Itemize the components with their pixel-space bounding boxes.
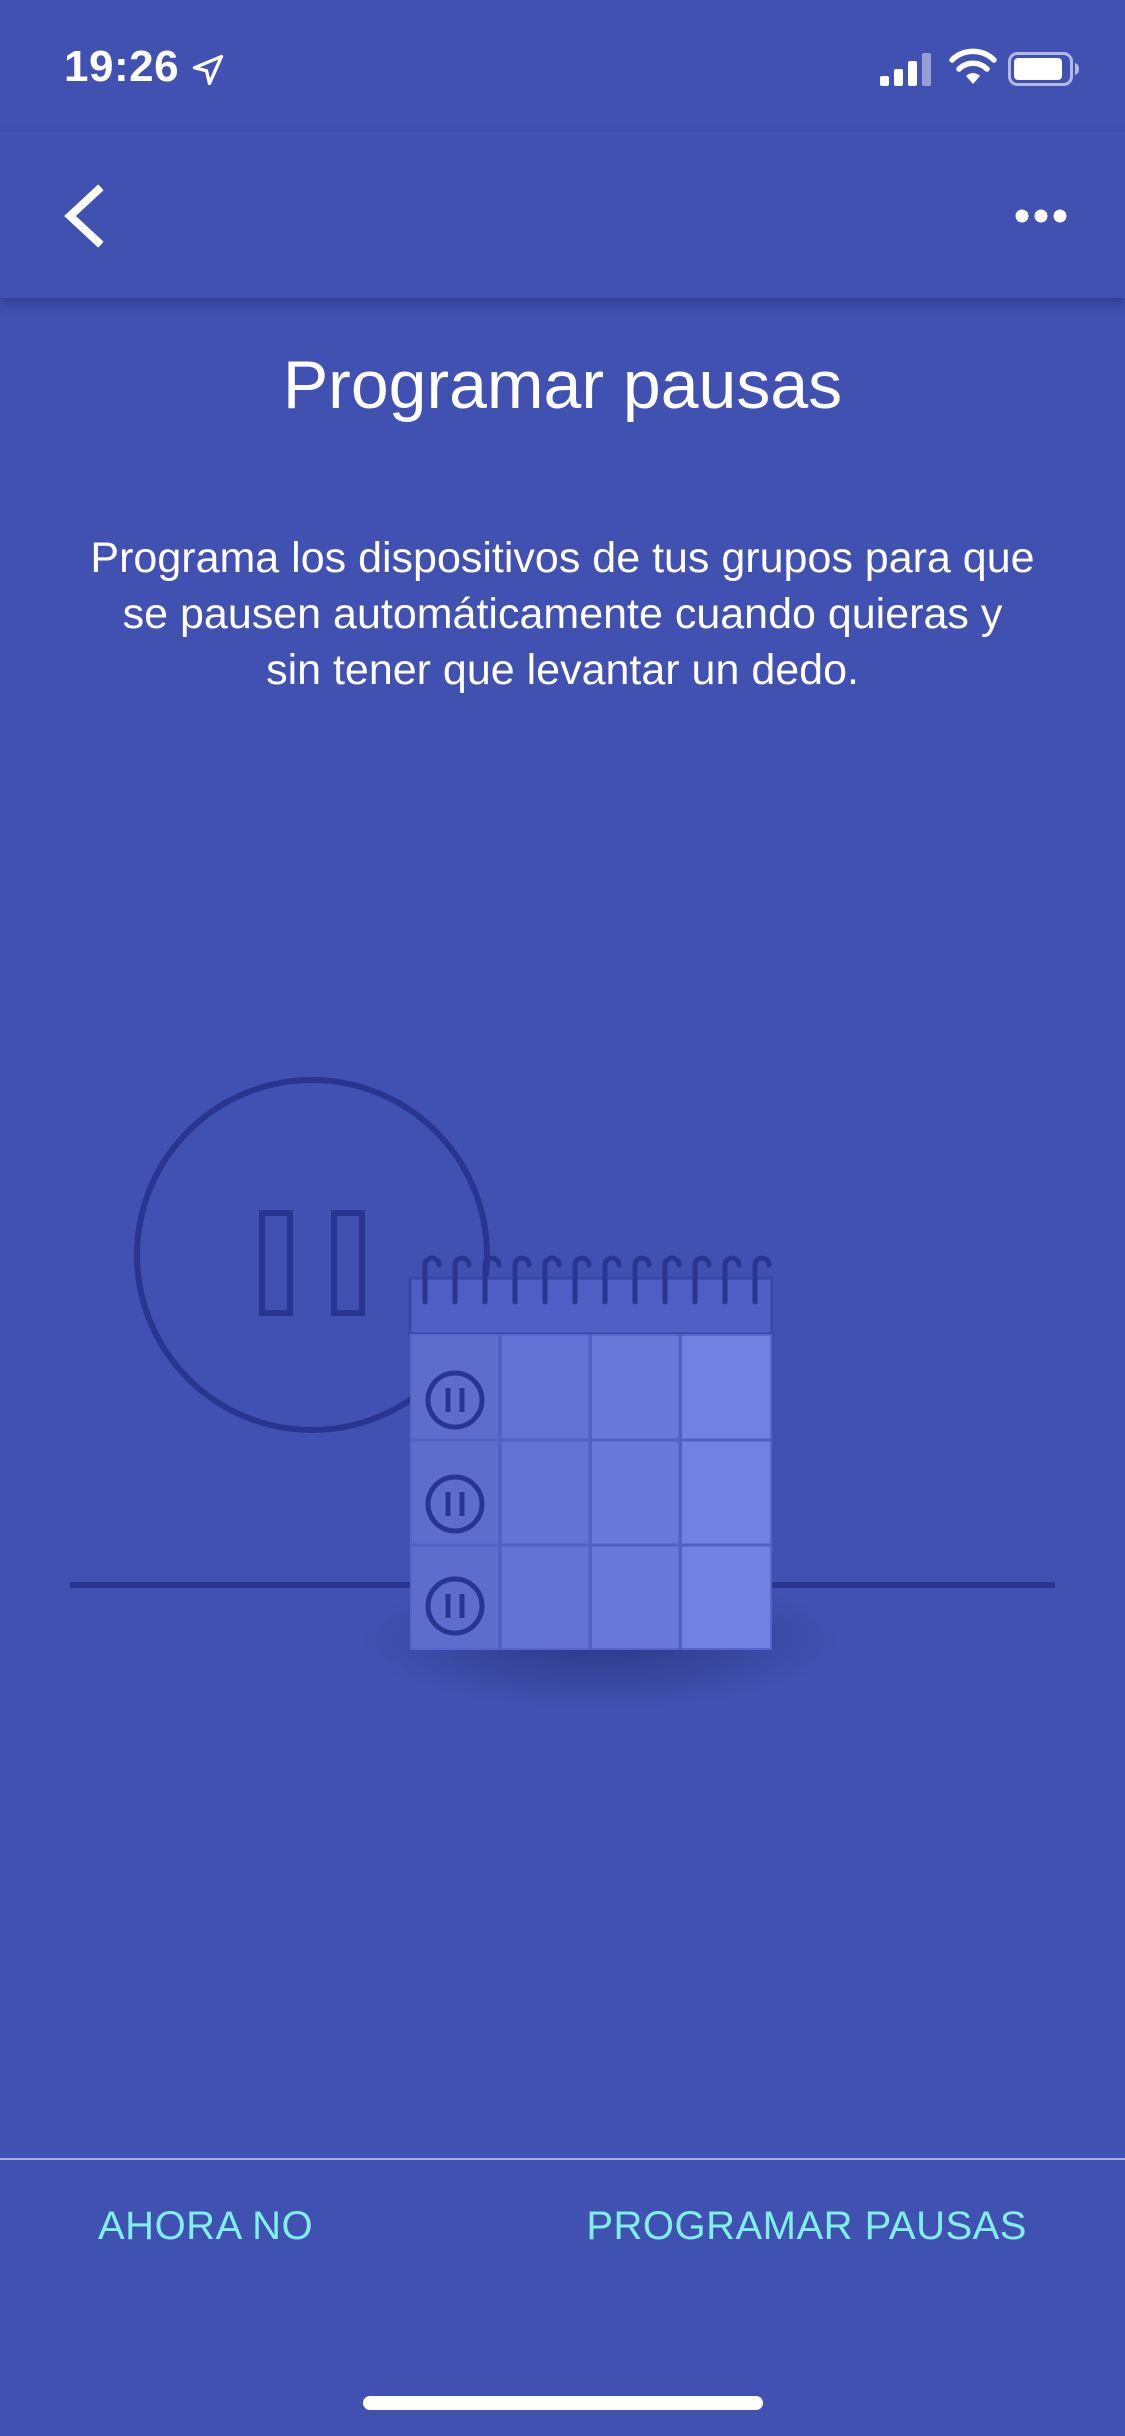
- back-button[interactable]: [46, 176, 126, 256]
- battery-icon: [1008, 52, 1079, 86]
- status-time: 19:26: [64, 42, 180, 91]
- page-title: Programar pausas: [282, 347, 843, 423]
- description-text: Programa los dispositivos de tus grupos …: [90, 534, 1035, 694]
- app-bar: [0, 132, 1125, 298]
- not-now-button[interactable]: AHORA NO: [98, 2204, 313, 2249]
- schedule-pauses-illustration: [70, 1077, 1055, 1710]
- schedule-pauses-button[interactable]: PROGRAMAR PAUSAS: [586, 2204, 1027, 2249]
- wifi-icon: [949, 48, 997, 84]
- more-options-button[interactable]: [1000, 186, 1080, 246]
- calendar-icon: [408, 1255, 774, 1650]
- cellular-signal-icon: [880, 53, 931, 86]
- status-bar: 19:26: [0, 0, 1125, 132]
- home-indicator[interactable]: [363, 2396, 763, 2410]
- location-arrow-icon: [192, 54, 224, 86]
- footer-divider: [0, 2158, 1125, 2160]
